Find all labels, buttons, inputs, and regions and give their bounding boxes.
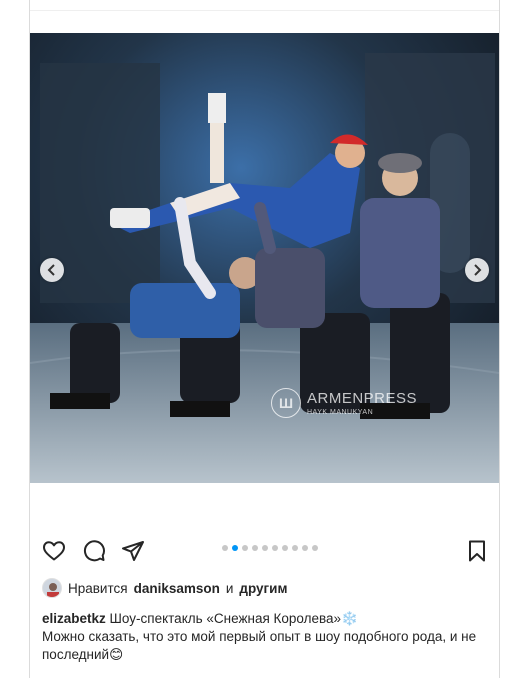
caption-text-line2: Можно сказать, что это мой первый опыт в… (42, 629, 477, 662)
carousel-dot (262, 545, 268, 551)
watermark-logo: Ш (271, 388, 301, 418)
post-photo[interactable]: Ш ARMENPRESS HAYK MANUKYAN (30, 33, 499, 483)
action-bar (30, 533, 499, 565)
caption-text: Шоу-спектакль «Снежная Королева»❄️ (109, 611, 358, 626)
carousel-next-button[interactable] (465, 258, 489, 282)
carousel-dot (232, 545, 238, 551)
likes-others-link[interactable]: другим (239, 581, 287, 596)
photo-watermark: Ш ARMENPRESS HAYK MANUKYAN (271, 388, 417, 418)
carousel-prev-button[interactable] (40, 258, 64, 282)
carousel-dot (252, 545, 258, 551)
heart-icon[interactable] (42, 539, 66, 563)
watermark-brand: ARMENPRESS (307, 389, 418, 407)
carousel-dot (282, 545, 288, 551)
carousel-dot (302, 545, 308, 551)
divider (30, 10, 499, 11)
carousel-dot (272, 545, 278, 551)
bookmark-icon[interactable] (465, 539, 489, 563)
post-card: Ш ARMENPRESS HAYK MANUKYAN Нравится dani… (29, 0, 500, 678)
carousel-dot (312, 545, 318, 551)
likes-user-link[interactable]: daniksamson (134, 581, 220, 596)
comment-bubble-icon[interactable] (82, 539, 106, 563)
likes-prefix: Нравится (68, 580, 128, 596)
carousel-dot (292, 545, 298, 551)
paper-plane-icon[interactable] (121, 539, 145, 563)
avatar[interactable] (42, 578, 62, 598)
carousel-indicator (222, 545, 318, 551)
carousel-dot (222, 545, 228, 551)
likes-connector: и (225, 580, 234, 596)
post-caption: elizabetkz Шоу-спектакль «Снежная Короле… (42, 610, 490, 664)
chevron-left-icon (47, 264, 55, 276)
likes-row: Нравится daniksamson и другим (42, 578, 287, 598)
ice-show-photo (30, 33, 499, 483)
user-avatar-image (43, 579, 61, 597)
caption-username[interactable]: elizabetkz (42, 611, 106, 626)
chevron-right-icon (474, 264, 482, 276)
watermark-author: HAYK MANUKYAN (307, 408, 374, 416)
carousel-dot (242, 545, 248, 551)
